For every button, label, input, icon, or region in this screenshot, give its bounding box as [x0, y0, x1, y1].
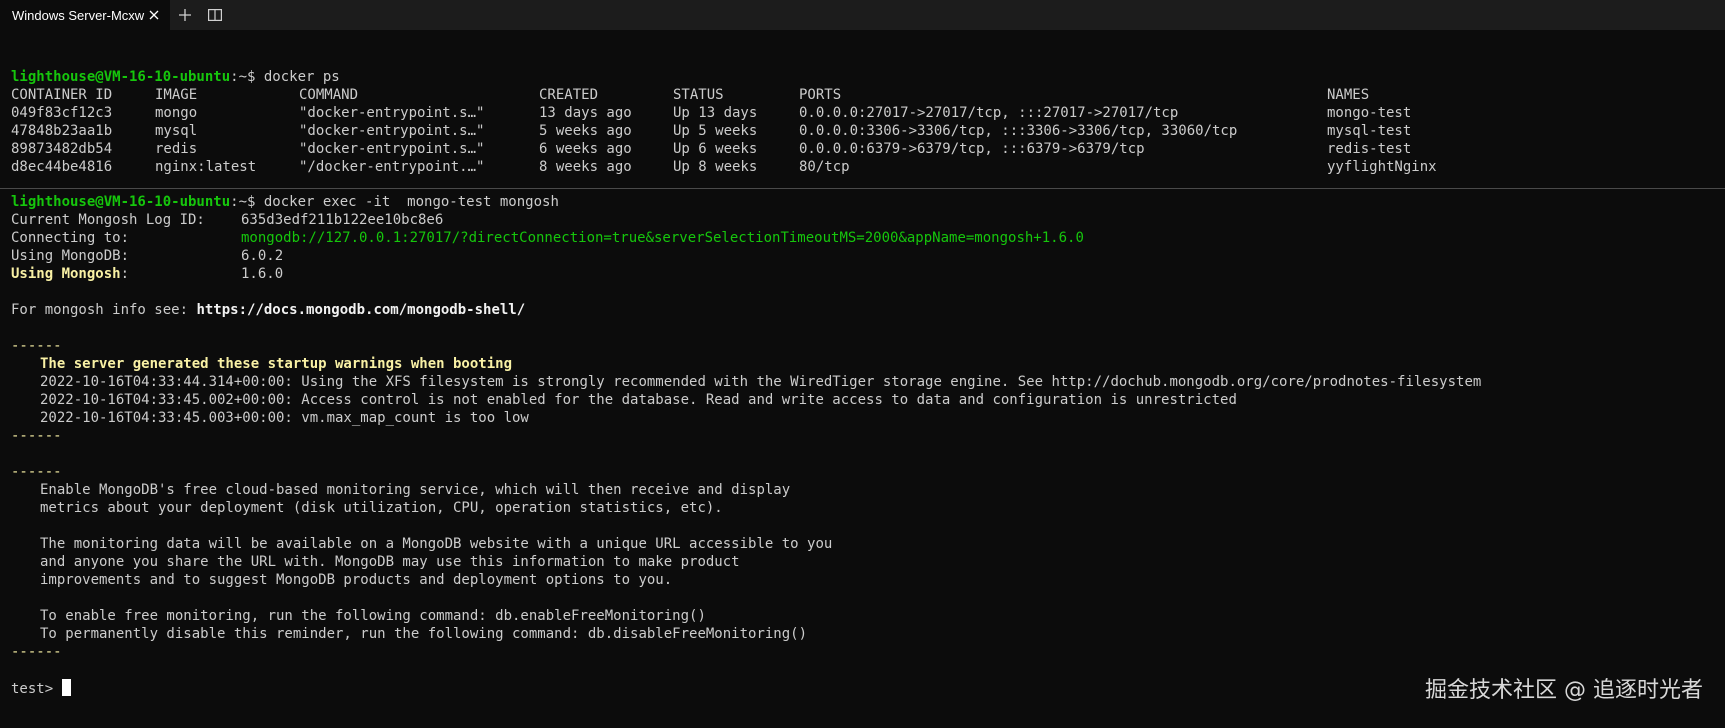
disable-monitoring-text: To permanently disable this reminder, ru…	[40, 626, 808, 642]
table-row: 47848b23aa1b mysql "docker-entrypoint.s…" 5…	[11, 122, 1725, 140]
kv-key: Current Mongosh Log ID:	[11, 212, 205, 228]
cell: "/docker-entrypoint.…"	[299, 159, 485, 175]
cell: Up 13 days	[673, 105, 758, 121]
cell: mysql-test	[1327, 123, 1412, 139]
plus-icon[interactable]	[170, 0, 200, 30]
cell: Up 6 weeks	[673, 141, 758, 157]
separator: ------	[11, 464, 62, 480]
cell: redis	[155, 141, 198, 157]
header-command: COMMAND	[299, 87, 359, 103]
shell-prompt: test>	[11, 681, 62, 697]
connection-string: mongodb://127.0.0.1:27017/?directConnect…	[241, 230, 1084, 246]
kv-value: 635d3edf211b122ee10bc8e6	[241, 212, 444, 228]
enable-monitoring-text: To enable free monitoring, run the follo…	[40, 608, 706, 624]
table-header: CONTAINER ID IMAGE COMMAND CREATED STATUS POR…	[11, 86, 1725, 104]
prompt-suffix: :~$	[230, 69, 264, 85]
kv-value: 1.6.0	[241, 266, 284, 282]
table-row: 89873482db54 redis "docker-entrypoint.s…" 6…	[11, 140, 1725, 158]
cell: "docker-entrypoint.s…"	[299, 105, 485, 121]
command-text: docker exec -it mongo-test mongosh	[263, 194, 559, 210]
prompt-suffix: :~$	[230, 194, 264, 210]
cell: 8 weeks ago	[539, 159, 632, 175]
cell: 6 weeks ago	[539, 141, 632, 157]
warning-line: 2022-10-16T04:33:45.003+00:00: vm.max_ma…	[40, 410, 529, 426]
mongodb-version-line: Using MongoDB: 6.0.2	[11, 247, 1725, 265]
cell: 47848b23aa1b	[11, 123, 113, 139]
cell: 80/tcp	[799, 159, 850, 175]
cell: yyflightNginx	[1327, 159, 1437, 175]
cell: nginx:latest	[155, 159, 257, 175]
monitoring-text: metrics about your deployment (disk util…	[40, 500, 723, 516]
split-pane-icon[interactable]	[200, 0, 230, 30]
monitoring-text: and anyone you share the URL with. Mongo…	[40, 554, 740, 570]
info-prefix: For mongosh info see:	[11, 302, 197, 318]
command-text: docker ps	[263, 69, 340, 85]
separator: ------	[11, 428, 62, 444]
cell: mongo	[155, 105, 198, 121]
cell: 0.0.0.0:27017->27017/tcp, :::27017->2701…	[799, 105, 1179, 121]
header-container-id: CONTAINER ID	[11, 87, 113, 103]
prompt-line: lighthouse@VM-16-10-ubuntu:~$ docker exe…	[11, 193, 1725, 211]
cell: 0.0.0.0:6379->6379/tcp, :::6379->6379/tc…	[799, 141, 1145, 157]
info-line: For mongosh info see: https://docs.mongo…	[11, 301, 1725, 319]
docs-link[interactable]: https://docs.mongodb.com/mongodb-shell/	[196, 302, 525, 318]
header-image: IMAGE	[155, 87, 198, 103]
kv-key-highlight: Using Mongosh	[11, 266, 121, 282]
cell: redis-test	[1327, 141, 1412, 157]
text-cursor	[61, 679, 71, 696]
warning-line: 2022-10-16T04:33:44.314+00:00: Using the…	[40, 374, 1482, 390]
header-names: NAMES	[1327, 87, 1370, 103]
kv-colon: :	[120, 266, 130, 282]
log-id-line: Current Mongosh Log ID: 635d3edf211b122ee…	[11, 211, 1725, 229]
title-bar: Windows Server-Mcxw	[0, 0, 1725, 30]
cell: 5 weeks ago	[539, 123, 632, 139]
watermark: 掘金技术社区 @ 追逐时光者	[1425, 678, 1703, 703]
cell: mongo-test	[1327, 105, 1412, 121]
terminal-output[interactable]: lighthouse@VM-16-10-ubuntu:~$ docker ps …	[0, 68, 1725, 728]
warning-line: 2022-10-16T04:33:45.002+00:00: Access co…	[40, 392, 1237, 408]
cell: "docker-entrypoint.s…"	[299, 141, 485, 157]
prompt-user: lighthouse@VM-16-10-ubuntu	[11, 194, 231, 210]
cell: Up 5 weeks	[673, 123, 758, 139]
terminal-tab[interactable]: Windows Server-Mcxw	[0, 0, 170, 30]
cell: "docker-entrypoint.s…"	[299, 123, 485, 139]
divider	[0, 188, 1725, 189]
header-created: CREATED	[539, 87, 599, 103]
kv-key: Using MongoDB:	[11, 248, 130, 264]
separator: ------	[11, 644, 62, 660]
prompt-user: lighthouse@VM-16-10-ubuntu	[11, 69, 231, 85]
cell: mysql	[155, 123, 198, 139]
cell: 049f83cf12c3	[11, 105, 113, 121]
mongosh-version-line: Using Mongosh: 1.6.0	[11, 265, 1725, 283]
table-row: d8ec44be4816 nginx:latest "/docker-entrypo…	[11, 158, 1725, 176]
kv-value: 6.0.2	[241, 248, 284, 264]
warnings-title: The server generated these startup warni…	[40, 356, 513, 372]
close-icon[interactable]	[146, 7, 162, 23]
tab-title: Windows Server-Mcxw	[12, 7, 145, 23]
cell: Up 8 weeks	[673, 159, 758, 175]
kv-key: Connecting to:	[11, 230, 130, 246]
cell: 0.0.0.0:3306->3306/tcp, :::3306->3306/tc…	[799, 123, 1238, 139]
table-row: 049f83cf12c3 mongo "docker-entrypoint.s…" 1…	[11, 104, 1725, 122]
cell: 89873482db54	[11, 141, 113, 157]
prompt-line: lighthouse@VM-16-10-ubuntu:~$ docker ps	[11, 68, 1725, 86]
connecting-line: Connecting to: mongodb://127.0.0.1:27017/…	[11, 229, 1725, 247]
cell: 13 days ago	[539, 105, 632, 121]
header-ports: PORTS	[799, 87, 842, 103]
monitoring-text: Enable MongoDB's free cloud-based monito…	[40, 482, 791, 498]
cell: d8ec44be4816	[11, 159, 113, 175]
monitoring-text: improvements and to suggest MongoDB prod…	[40, 572, 673, 588]
monitoring-text: The monitoring data will be available on…	[40, 536, 833, 552]
separator: ------	[11, 338, 62, 354]
header-status: STATUS	[673, 87, 724, 103]
